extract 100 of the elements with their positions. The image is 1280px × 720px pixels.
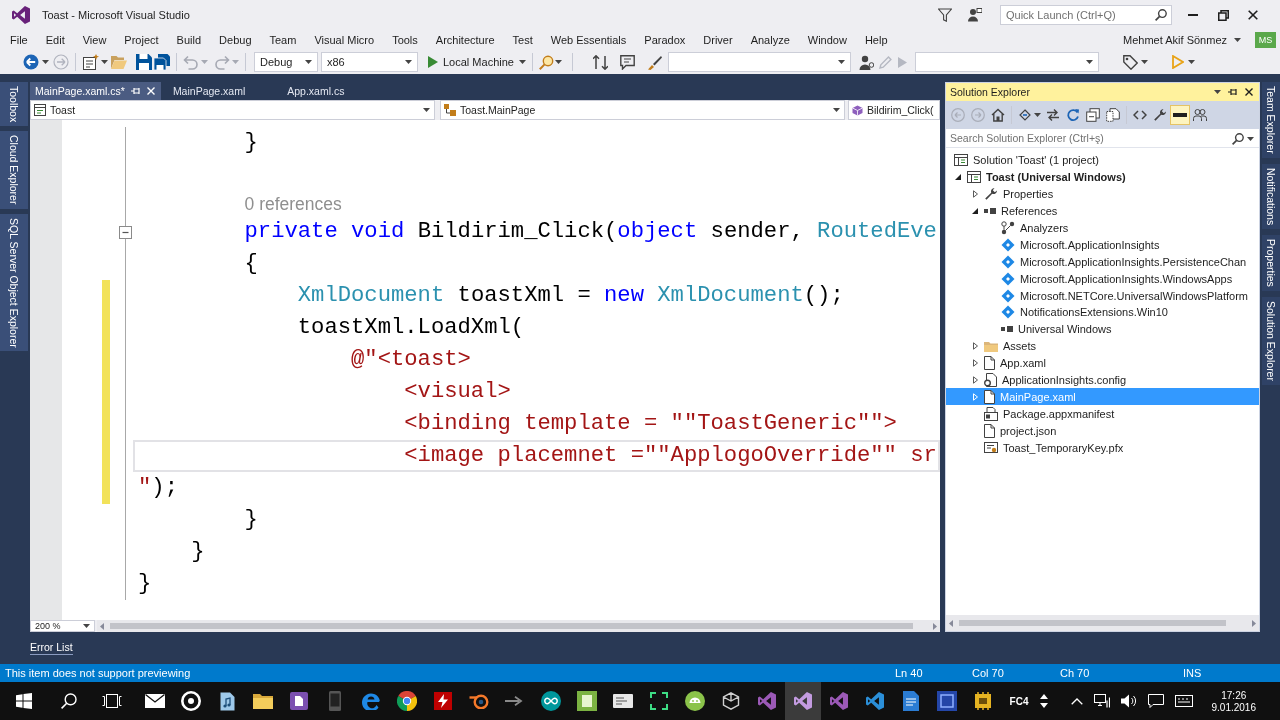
people-icon[interactable]	[1193, 108, 1207, 122]
stacked-squares-icon[interactable]	[1086, 108, 1100, 122]
tree-item[interactable]: Analyzers	[946, 219, 1259, 237]
menu-item[interactable]: Debug	[210, 30, 261, 50]
arrow-right-icon[interactable]	[933, 622, 937, 630]
brush-icon[interactable]	[646, 54, 662, 70]
menu-item[interactable]: Team	[260, 30, 306, 50]
menu-item[interactable]: Architecture	[426, 30, 504, 50]
keyboard-icon[interactable]	[1174, 695, 1193, 707]
tree-item[interactable]: NotificationsExtensions.Win10	[946, 304, 1259, 321]
documents-icon[interactable]	[1106, 108, 1120, 122]
bottom-tab[interactable]: Error List	[30, 641, 73, 655]
zoom-dropdown[interactable]: 200 %	[30, 620, 95, 632]
caret-right-icon[interactable]	[972, 190, 978, 199]
tree-item[interactable]: ApplicationInsights.config	[946, 371, 1259, 389]
refresh-icon[interactable]	[1066, 108, 1080, 122]
caret-right-icon[interactable]	[972, 359, 978, 368]
caret-down-icon[interactable]	[1234, 38, 1241, 42]
floppy-disks-icon[interactable]	[154, 54, 170, 70]
circle-arrow-left-icon[interactable]	[23, 54, 39, 70]
menu-item[interactable]: File	[1, 30, 37, 50]
swap-arrows-icon[interactable]	[592, 54, 608, 70]
horizontal-scrollbar[interactable]	[97, 620, 940, 632]
menu-item[interactable]: Web Essentials	[541, 30, 636, 50]
swap-arrows-icon[interactable]	[1046, 108, 1060, 122]
clock-date[interactable]: 9.01.2016	[1211, 701, 1256, 713]
tree-item[interactable]: Microsoft.NETCore.UniversalWindowsPlatform	[946, 287, 1259, 304]
search-icon[interactable]	[1155, 9, 1167, 21]
sparkle-window-icon[interactable]	[83, 54, 99, 70]
caret-down-icon[interactable]	[972, 208, 978, 215]
caret-down-icon[interactable]	[1214, 90, 1221, 94]
pin-icon[interactable]	[1228, 88, 1238, 96]
document-tab[interactable]: App.xaml.cs	[275, 82, 375, 100]
message-icon[interactable]	[1147, 694, 1164, 708]
start-debugging-button[interactable]: Local Machine	[428, 56, 526, 68]
quick-launch-field[interactable]: Quick Launch (Ctrl+Q)	[1000, 5, 1172, 25]
dock-tab[interactable]: Cloud Explorer	[0, 131, 28, 209]
tree-item[interactable]: project.json	[946, 422, 1259, 440]
tree-item[interactable]: Microsoft.ApplicationInsights	[946, 236, 1259, 254]
code-brackets-icon[interactable]	[1133, 108, 1147, 122]
wrench-icon[interactable]	[1153, 108, 1167, 122]
person-icon[interactable]	[858, 54, 874, 70]
tree-item[interactable]: Properties	[946, 185, 1259, 203]
dock-tab[interactable]: Toolbox	[0, 82, 28, 127]
tree-item[interactable]: Assets	[946, 337, 1259, 355]
funnel-icon[interactable]	[938, 8, 952, 22]
tree-item[interactable]: Microsoft.ApplicationInsights.PersistenceChan	[946, 253, 1259, 271]
dock-tab[interactable]: Team Explorer	[1262, 82, 1280, 158]
type-dropdown[interactable]: Toast.MainPage	[440, 100, 845, 120]
menu-item[interactable]: Test	[503, 30, 542, 50]
arrow-left-icon[interactable]	[100, 622, 104, 630]
menu-item[interactable]: Visual Micro	[305, 30, 384, 50]
tree-item[interactable]: Package.appxmanifest	[946, 405, 1259, 423]
network-icon[interactable]	[1093, 694, 1110, 708]
arrow-left-icon[interactable]	[949, 619, 953, 627]
house-icon[interactable]	[991, 108, 1005, 122]
tree-item[interactable]: Solution 'Toast' (1 project)	[946, 152, 1259, 169]
member-dropdown[interactable]: Bildirim_Click(	[848, 100, 940, 120]
comment-icon[interactable]	[619, 54, 635, 70]
diamond-arrows-icon[interactable]	[1017, 108, 1032, 122]
menu-item[interactable]: Project	[115, 30, 168, 50]
caret-right-icon[interactable]	[972, 376, 978, 384]
clock-time[interactable]: 17:26	[1221, 689, 1247, 701]
restore-icon[interactable]	[1217, 9, 1229, 21]
search-icon[interactable]	[1232, 132, 1244, 145]
toggle-button[interactable]	[1170, 105, 1190, 125]
menu-item[interactable]: Edit	[36, 30, 74, 50]
speaker-icon[interactable]	[1120, 694, 1137, 708]
taskbar-button[interactable]: FC4	[1001, 682, 1037, 720]
configuration-dropdown[interactable]: Debug	[254, 52, 318, 72]
person-icon[interactable]	[968, 8, 982, 22]
dock-tab[interactable]: Solution Explorer	[1262, 296, 1280, 385]
horizontal-scrollbar[interactable]	[946, 615, 1259, 631]
menu-item[interactable]: View	[73, 30, 116, 50]
tree-item[interactable]: References	[946, 202, 1259, 220]
dock-tab[interactable]: Notifications	[1262, 163, 1280, 229]
caret-right-icon[interactable]	[972, 342, 978, 351]
dock-tab[interactable]: Properties	[1262, 234, 1280, 291]
close-icon[interactable]	[1248, 10, 1258, 20]
tree-item[interactable]: Toast_TemporaryKey.pfx	[946, 439, 1259, 457]
close-icon[interactable]	[1245, 88, 1253, 96]
document-tab[interactable]: MainPage.xaml	[160, 82, 276, 100]
tree-item[interactable]: App.xaml	[946, 354, 1259, 372]
menu-item[interactable]: Window	[798, 30, 856, 50]
menu-item[interactable]: Help	[855, 30, 897, 50]
tree-item[interactable]: Toast (Universal Windows)	[946, 168, 1259, 186]
dock-tab[interactable]: SQL Server Object Explorer	[0, 213, 28, 352]
project-dropdown[interactable]: Toast	[30, 100, 435, 120]
arrow-right-icon[interactable]	[1252, 619, 1256, 627]
menu-item[interactable]: Analyze	[741, 30, 799, 50]
tag-icon[interactable]	[1122, 54, 1138, 70]
menu-item[interactable]: Build	[167, 30, 211, 50]
scroll-arrows-icon[interactable]	[1039, 694, 1048, 708]
platform-dropdown[interactable]: x86	[321, 52, 418, 72]
collapse-box-icon[interactable]	[118, 225, 132, 239]
menu-item[interactable]: Tools	[383, 30, 427, 50]
tree-item[interactable]: Microsoft.ApplicationInsights.WindowsApps	[946, 270, 1259, 288]
menu-item[interactable]: Paradox	[635, 30, 695, 50]
tree-item[interactable]: Universal Windows	[946, 320, 1259, 338]
chevron-up-icon[interactable]	[1070, 697, 1083, 705]
